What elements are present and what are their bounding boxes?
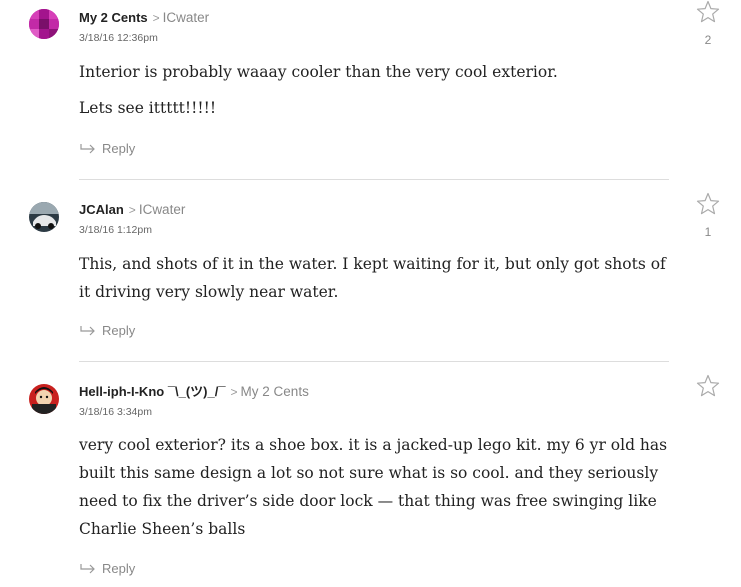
comment-body: very cool exterior? its a shoe box. it i…	[79, 431, 669, 543]
comment-paragraph: This, and shots of it in the water. I ke…	[79, 255, 666, 301]
reply-arrow-icon	[80, 564, 95, 574]
chevron-right-icon: >	[230, 385, 238, 399]
comment-paragraph: Lets see ittttt!!!!!	[79, 99, 217, 117]
comment-header: Hell-iph-I-Kno ¯\_(ツ)_/¯ > My 2 Cents	[79, 384, 309, 400]
star-count: 2	[704, 33, 712, 47]
reply-arrow-icon	[80, 326, 95, 336]
author-name[interactable]: Hell-iph-I-Kno ¯\_(ツ)_/¯	[79, 384, 226, 399]
timestamp[interactable]: 3/18/16 12:36pm	[79, 32, 158, 44]
comment-paragraph: very cool exterior? its a shoe box. it i…	[79, 436, 668, 538]
reply-label: Reply	[102, 141, 136, 156]
reply-button[interactable]: Reply	[80, 561, 135, 577]
reply-label: Reply	[102, 323, 136, 338]
photo-avatar-icon	[29, 202, 59, 232]
reply-button[interactable]: Reply	[80, 141, 135, 157]
avatar[interactable]	[29, 9, 59, 39]
chevron-right-icon: >	[128, 203, 136, 217]
reply-label: Reply	[102, 561, 136, 576]
comment-paragraph: Interior is probably waaay cooler than t…	[79, 63, 558, 81]
timestamp[interactable]: 3/18/16 3:34pm	[79, 406, 152, 418]
cartoon-avatar-icon	[29, 384, 59, 414]
reply-button[interactable]: Reply	[80, 323, 135, 339]
comment-body: This, and shots of it in the water. I ke…	[79, 250, 669, 306]
comment-header: JCAlan > ICwater	[79, 202, 185, 218]
reply-to-name[interactable]: ICwater	[163, 10, 210, 25]
avatar[interactable]	[29, 384, 59, 414]
reply-arrow-icon	[80, 144, 95, 154]
timestamp[interactable]: 3/18/16 1:12pm	[79, 224, 152, 236]
chevron-right-icon: >	[152, 11, 160, 25]
comment-body: Interior is probably waaay cooler than t…	[79, 58, 669, 122]
star-icon[interactable]	[696, 0, 720, 24]
reply-to-name[interactable]: ICwater	[139, 202, 186, 217]
reply-to-name[interactable]: My 2 Cents	[241, 384, 309, 399]
star-icon[interactable]	[696, 192, 720, 216]
comment: My 2 Cents > ICwater 3/18/16 12:36pm Inter…	[0, 0, 741, 180]
author-name[interactable]: JCAlan	[79, 202, 124, 217]
pixel-avatar-icon	[29, 9, 59, 39]
author-name[interactable]: My 2 Cents	[79, 10, 148, 25]
comment: Hell-iph-I-Kno ¯\_(ツ)_/¯ > My 2 Cents 3/18…	[0, 362, 741, 587]
star-count: 1	[704, 225, 712, 239]
comment: JCAlan > ICwater 3/18/16 1:12pm This, and …	[0, 180, 741, 362]
star-icon[interactable]	[696, 374, 720, 398]
comment-header: My 2 Cents > ICwater	[79, 10, 209, 26]
avatar[interactable]	[29, 202, 59, 232]
